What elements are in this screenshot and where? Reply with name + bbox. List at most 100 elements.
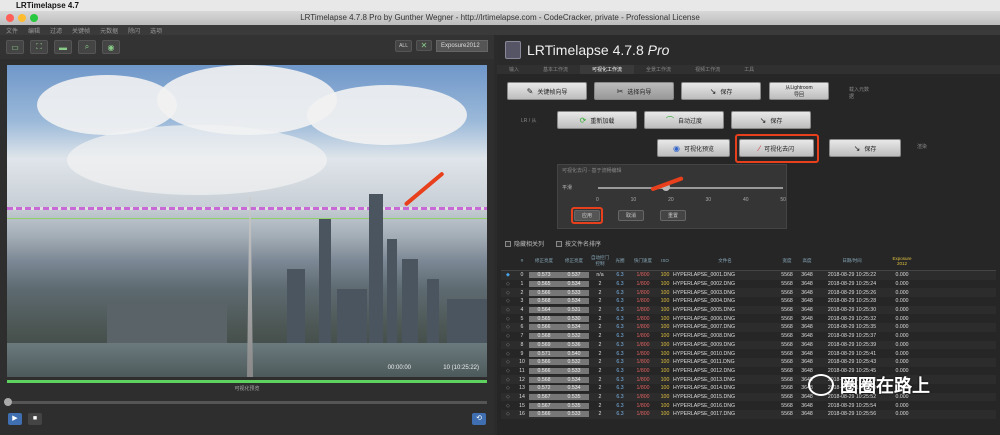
keyframe-marker-icon[interactable]: ◇ <box>501 403 515 409</box>
column-header[interactable]: 快门速度 <box>629 258 657 264</box>
cancel-button[interactable]: 取消 <box>618 210 644 221</box>
column-header[interactable]: 自动控门控制 <box>589 255 611 267</box>
fullscreen-button[interactable]: ⛶ <box>30 40 48 54</box>
column-header[interactable]: # <box>515 258 529 263</box>
table-row[interactable]: ◇ 7 0.568 0.532 2 6.3 1/800 100 HYPERLAPSE_0008.… <box>501 332 996 341</box>
keyframe-marker-icon[interactable]: ◇ <box>501 307 515 313</box>
table-row[interactable]: ◆ 0 0.573 0.537 n/a 6.3 1/800 100 HYPERLAPSE_000… <box>501 271 996 280</box>
keyframe-marker-icon[interactable]: ◇ <box>501 368 515 374</box>
table-cell: 2 <box>598 315 602 322</box>
table-row[interactable]: ◇ 6 0.566 0.534 2 6.3 1/800 100 HYPERLAPSE_0007.… <box>501 323 996 332</box>
visual-preview-button[interactable]: ◉ 可视化预览 <box>657 139 730 157</box>
table-row[interactable]: ◇ 10 0.566 0.532 2 6.3 1/800 100 HYPERLAPSE_0011… <box>501 357 996 367</box>
keyframe-marker-icon[interactable]: ◇ <box>501 324 515 330</box>
zoom-button[interactable]: ⌕ <box>78 40 96 54</box>
from-lightroom-button[interactable]: 从Lightroom 导回 <box>769 82 829 100</box>
tab-item[interactable]: 输入 <box>497 65 531 74</box>
scrubber-handle[interactable] <box>4 398 12 406</box>
keyframe-marker-icon[interactable]: ◇ <box>501 342 515 348</box>
column-header[interactable]: Exposure 2012 <box>887 256 917 266</box>
app-menu-name[interactable]: LRTimelapse 4.7 <box>16 1 79 10</box>
window-menu-item[interactable]: 除闪 <box>128 26 140 35</box>
keyframe-marker-icon[interactable]: ◇ <box>501 351 515 357</box>
table-cell: 5568 <box>781 289 793 296</box>
table-cell: 0.573 <box>529 272 559 279</box>
window-menu-item[interactable]: 文件 <box>6 26 18 35</box>
select-wizard-button[interactable]: ✂ 选择向导 <box>594 82 674 100</box>
window-menu-item[interactable]: 过滤 <box>50 26 62 35</box>
close-window-icon[interactable] <box>6 14 14 22</box>
smooth-slider-track[interactable] <box>598 187 783 189</box>
hide-columns-checkbox[interactable]: 隐藏相关列 <box>505 239 544 248</box>
timeline-scrubber[interactable] <box>7 401 487 404</box>
all-button[interactable]: ALL <box>395 40 412 52</box>
table-cell: 100 <box>660 411 670 418</box>
column-header[interactable]: 文件名 <box>673 258 777 264</box>
save-button-2[interactable]: ↘ 保存 <box>731 111 811 129</box>
toggle-sidebar-button[interactable]: ▭ <box>6 40 24 54</box>
table-cell: 1/800 <box>636 324 650 331</box>
keyframe-marker-icon[interactable]: ◇ <box>501 281 515 287</box>
tab-item[interactable]: 基本工作流 <box>531 65 580 74</box>
tab-item[interactable]: 可视化工作流 <box>580 65 635 74</box>
preview-image[interactable]: 00:00:00 10 (10:25:22) <box>7 65 487 377</box>
keyframe-marker-icon[interactable]: ◇ <box>501 359 515 365</box>
keyframe-marker-icon[interactable]: ◇ <box>501 316 515 322</box>
keyframe-marker-icon[interactable]: ◇ <box>501 377 515 383</box>
table-row[interactable]: ◇ 2 0.566 0.533 2 6.3 1/800 100 HYPERLAPSE_0003.… <box>501 288 996 298</box>
keyframe-marker-icon[interactable]: ◇ <box>501 298 515 304</box>
play-button[interactable]: ▶ <box>8 413 22 425</box>
keyframe-marker-icon[interactable]: ◇ <box>501 333 515 339</box>
stop-button[interactable]: ■ <box>28 413 42 425</box>
column-header[interactable]: 修正亮度 <box>529 258 559 264</box>
histogram-button[interactable]: ▬ <box>54 40 72 54</box>
reset-button[interactable]: 重置 <box>660 210 686 221</box>
table-cell: 0.565 <box>529 281 559 288</box>
table-cell: 6.3 <box>616 298 624 305</box>
keyframe-marker-icon[interactable]: ◇ <box>501 411 515 417</box>
eye-button[interactable]: ◉ <box>102 40 120 54</box>
column-header[interactable]: 高度 <box>797 258 817 264</box>
table-row[interactable]: ◇ 15 0.567 0.535 2 6.3 1/800 100 HYPERLAPSE_0016… <box>501 401 996 410</box>
curve-toggle-button[interactable]: ✕ <box>416 40 432 51</box>
window-menu-item[interactable]: 选项 <box>150 26 162 35</box>
save-button-1[interactable]: ↘ 保存 <box>681 82 761 100</box>
keyframe-marker-icon[interactable]: ◇ <box>501 385 515 391</box>
save-button-3[interactable]: ↘ 保存 <box>829 139 901 157</box>
sort-by-filename-checkbox[interactable]: 按文件名排序 <box>556 239 601 248</box>
keyframe-marker-icon[interactable]: ◇ <box>501 394 515 400</box>
tab-item[interactable]: 工具 <box>732 65 766 74</box>
zoom-window-icon[interactable] <box>30 14 38 22</box>
table-cell: 5568 <box>781 385 793 392</box>
reload-button[interactable]: ⟳ 重新加载 <box>557 111 637 129</box>
minimize-window-icon[interactable] <box>18 14 26 22</box>
keyframe-marker-icon[interactable]: ◇ <box>501 290 515 296</box>
table-cell: 0.000 <box>895 359 909 366</box>
loop-button[interactable]: ⟲ <box>472 413 486 425</box>
column-header[interactable]: 修正亮度 <box>559 258 589 264</box>
tab-item[interactable]: 全景工作流 <box>634 65 683 74</box>
table-cell: 5568 <box>781 393 793 400</box>
column-header[interactable]: 日期/时间 <box>817 258 887 264</box>
keyframe-marker-icon[interactable]: ◆ <box>501 272 515 278</box>
window-menu-item[interactable]: 关键帧 <box>72 26 90 35</box>
table-row[interactable]: ◇ 16 0.566 0.533 2 6.3 1/800 100 HYPERLAPSE_0017… <box>501 410 996 419</box>
table-row[interactable]: ◇ 3 0.568 0.534 2 6.3 1/800 100 HYPERLAPSE_0004.… <box>501 297 996 306</box>
window-menu-item[interactable]: 编辑 <box>28 26 40 35</box>
column-header[interactable]: 光圈 <box>611 258 629 264</box>
table-row[interactable]: ◇ 4 0.564 0.531 2 6.3 1/800 100 HYPERLAPSE_0005.… <box>501 305 996 315</box>
table-row[interactable]: ◇ 5 0.565 0.530 2 6.3 1/800 100 HYPERLAPSE_0006.… <box>501 314 996 323</box>
table-cell: 5568 <box>781 359 793 366</box>
column-header[interactable]: 宽度 <box>777 258 797 264</box>
table-cell: 2018-08-29 10:25:22 <box>827 272 877 279</box>
metadata-select[interactable]: Exposure2012 <box>436 40 488 52</box>
tab-item[interactable]: 视频工作流 <box>683 65 732 74</box>
auto-transition-button[interactable]: ⌒ 自动过度 <box>644 111 724 129</box>
table-row[interactable]: ◇ 9 0.571 0.540 2 6.3 1/800 100 HYPERLAPSE_0010.… <box>501 349 996 358</box>
table-row[interactable]: ◇ 1 0.565 0.534 2 6.3 1/800 100 HYPERLAPSE_0002.… <box>501 280 996 289</box>
table-row[interactable]: ◇ 8 0.569 0.536 2 6.3 1/800 100 HYPERLAPSE_0009.… <box>501 340 996 350</box>
keyframe-wizard-button[interactable]: ✎ 关键帧向导 <box>507 82 587 100</box>
table-cell: HYPERLAPSE_0014.DNG <box>673 385 735 392</box>
window-menu-item[interactable]: 元数据 <box>100 26 118 35</box>
column-header[interactable]: ISO <box>657 258 673 263</box>
